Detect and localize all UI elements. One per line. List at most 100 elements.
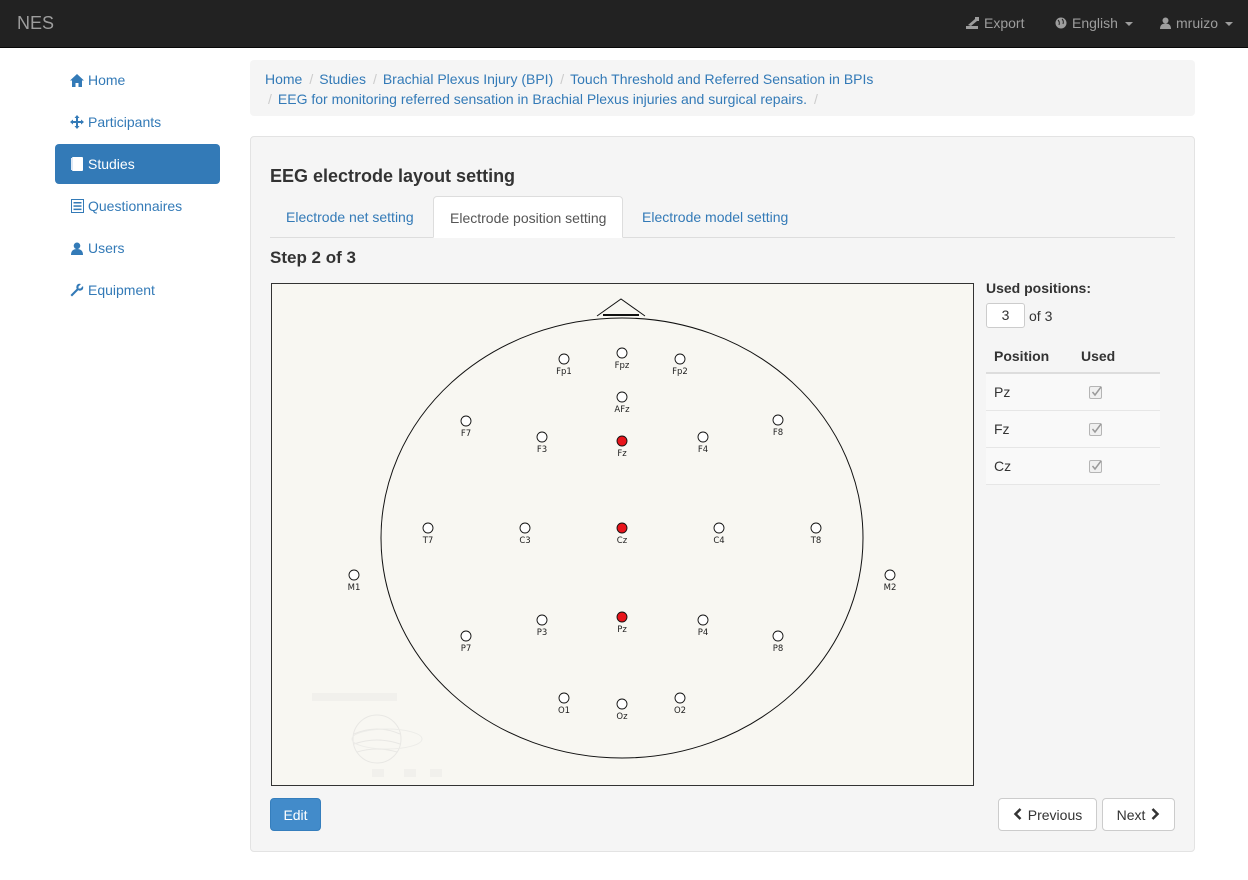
electrode-marker[interactable] [697, 431, 709, 443]
used-positions-label: Used positions: [986, 280, 1092, 296]
electrode-marker[interactable] [616, 391, 628, 403]
electrode-marker[interactable] [558, 692, 570, 704]
chevron-left-icon [1013, 807, 1022, 823]
electrode-marker[interactable] [674, 692, 686, 704]
electrode-marker[interactable] [616, 435, 628, 447]
tab-electrode-model-setting[interactable]: Electrode model setting [626, 196, 804, 238]
electrode-marker[interactable] [348, 569, 360, 581]
electrode-marker[interactable] [616, 347, 628, 359]
electrode-f8[interactable]: F8 [772, 414, 784, 438]
export-button[interactable]: Export [965, 15, 1024, 31]
electrode-m1[interactable]: M1 [348, 569, 361, 593]
electrode-t7[interactable]: T7 [422, 522, 434, 546]
chevron-down-icon [1124, 21, 1133, 26]
electrode-marker[interactable] [558, 353, 570, 365]
electrode-fp2[interactable]: Fp2 [672, 353, 688, 377]
electrode-p4[interactable]: P4 [697, 614, 709, 638]
tab-electrode-net-setting[interactable]: Electrode net setting [270, 196, 430, 238]
electrode-label: C4 [713, 536, 724, 546]
electrode-p8[interactable]: P8 [772, 630, 784, 654]
electrode-label: P8 [773, 644, 784, 654]
brand-logo[interactable]: NES [17, 13, 54, 34]
next-label: Next [1116, 806, 1146, 823]
electrode-label: M1 [348, 583, 361, 593]
electrode-marker[interactable] [674, 353, 686, 365]
electrode-pz[interactable]: Pz [616, 611, 628, 635]
electrode-label: F8 [773, 428, 783, 438]
breadcrumb-eeg-setting[interactable]: EEG for monitoring referred sensation in… [278, 91, 807, 107]
tab-electrode-position-setting[interactable]: Electrode position setting [433, 196, 624, 238]
sidebar-item-questionnaires[interactable]: Questionnaires [55, 186, 220, 226]
electrode-cz[interactable]: Cz [616, 522, 628, 546]
position-cell: Cz [994, 458, 1012, 474]
electrode-marker[interactable] [772, 414, 784, 426]
electrode-f7[interactable]: F7 [460, 415, 472, 439]
breadcrumb-studies[interactable]: Studies [319, 71, 366, 87]
electrode-p3[interactable]: P3 [536, 614, 548, 638]
watermark-logo [312, 693, 442, 777]
electrode-marker[interactable] [616, 611, 628, 623]
column-header-position: Position [994, 348, 1050, 364]
step-title: Step 2 of 3 [270, 248, 356, 267]
sidebar-item-participants[interactable]: Participants [55, 102, 220, 142]
electrode-o1[interactable]: O1 [558, 692, 570, 716]
user-icon [1160, 17, 1171, 29]
sidebar-item-home[interactable]: Home [55, 60, 220, 100]
electrode-c3[interactable]: C3 [519, 522, 531, 546]
electrode-marker[interactable] [536, 614, 548, 626]
breadcrumb-study[interactable]: Brachial Plexus Injury (BPI) [383, 71, 553, 87]
breadcrumb-separator: / [268, 91, 272, 107]
sidebar-item-label: Studies [88, 156, 135, 172]
used-checkbox[interactable] [1089, 459, 1102, 473]
electrode-marker[interactable] [616, 522, 628, 534]
electrode-label: T7 [422, 536, 434, 546]
user-dropdown[interactable]: mruizo [1160, 15, 1234, 31]
breadcrumb-separator: / [560, 71, 565, 87]
electrode-marker[interactable] [810, 522, 822, 534]
electrode-label: Fpz [615, 361, 630, 371]
breadcrumb-home[interactable]: Home [265, 71, 302, 87]
electrode-t8[interactable]: T8 [810, 522, 822, 546]
electrode-o2[interactable]: O2 [674, 692, 686, 716]
electrode-fpz[interactable]: Fpz [615, 347, 630, 371]
used-checkbox[interactable] [1089, 422, 1102, 436]
chevron-down-icon [1225, 21, 1234, 26]
electrode-p7[interactable]: P7 [460, 630, 472, 654]
sidebar-item-studies[interactable]: Studies [55, 144, 220, 184]
used-positions-field[interactable]: 3 [986, 303, 1025, 328]
electrode-marker[interactable] [422, 522, 434, 534]
electrode-afz[interactable]: AFz [614, 391, 630, 415]
used-cell [1073, 459, 1160, 473]
electrode-marker[interactable] [519, 522, 531, 534]
electrode-marker[interactable] [884, 569, 896, 581]
electrode-marker[interactable] [713, 522, 725, 534]
tab-bar: Electrode net setting Electrode position… [270, 196, 1175, 238]
electrode-fz[interactable]: Fz [616, 435, 628, 459]
used-cell [1073, 385, 1160, 399]
electrode-marker[interactable] [460, 630, 472, 642]
breadcrumb: Home / Studies / Brachial Plexus Injury (BPI… [250, 60, 1195, 116]
electrode-f3[interactable]: F3 [536, 431, 548, 455]
electrode-marker[interactable] [697, 614, 709, 626]
electrode-m2[interactable]: M2 [884, 569, 897, 593]
electrode-marker[interactable] [616, 698, 628, 710]
globe-icon [1055, 17, 1067, 29]
electrode-label: F4 [698, 445, 708, 455]
edit-button[interactable]: Edit [270, 798, 321, 831]
breadcrumb-group[interactable]: Touch Threshold and Referred Sensation i… [570, 71, 873, 87]
electrode-marker[interactable] [460, 415, 472, 427]
electrode-oz[interactable]: Oz [616, 698, 628, 722]
electrode-marker[interactable] [772, 630, 784, 642]
position-cell: Fz [994, 421, 1010, 437]
used-checkbox[interactable] [1089, 385, 1102, 399]
next-button[interactable]: Next [1102, 798, 1175, 831]
sidebar-item-equipment[interactable]: Equipment [55, 270, 220, 310]
electrode-fp1[interactable]: Fp1 [556, 353, 572, 377]
electrode-marker[interactable] [536, 431, 548, 443]
electrode-f4[interactable]: F4 [697, 431, 709, 455]
previous-button[interactable]: Previous [998, 798, 1097, 831]
language-dropdown[interactable]: English [1055, 15, 1133, 31]
sidebar-item-label: Participants [88, 114, 162, 130]
sidebar-item-users[interactable]: Users [55, 228, 220, 268]
electrode-c4[interactable]: C4 [713, 522, 725, 546]
